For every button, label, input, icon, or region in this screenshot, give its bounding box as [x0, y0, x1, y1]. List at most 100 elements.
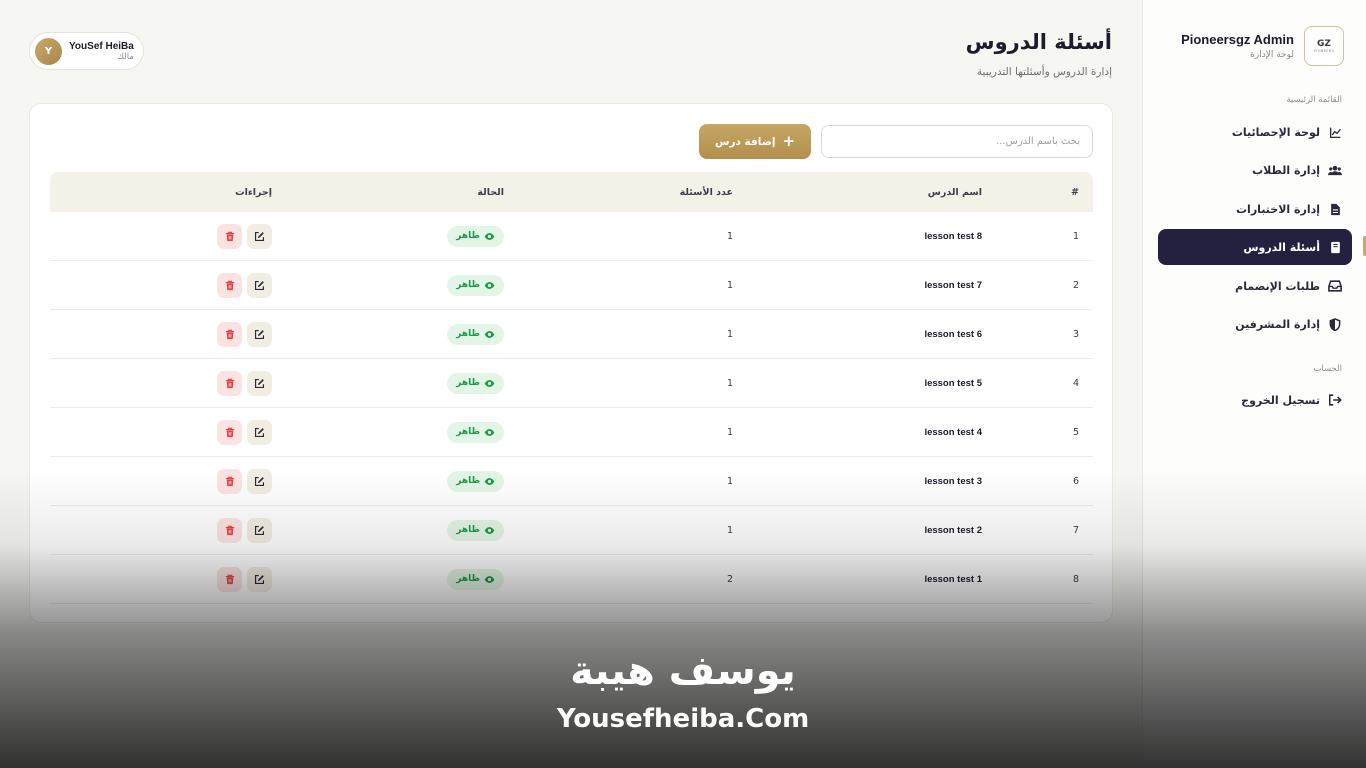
edit-button[interactable]	[247, 370, 272, 396]
row-number: 8	[1072, 573, 1079, 585]
lessons-card: + إضافة درس # اسم الدرس عدد الأسئلة الحا…	[29, 103, 1113, 623]
actions-cell	[217, 310, 272, 358]
trash-icon	[225, 574, 234, 584]
delete-button[interactable]	[217, 517, 242, 543]
edit-button[interactable]	[247, 517, 272, 543]
sidebar-item-label: لوحة الإحصائيات	[1231, 125, 1320, 139]
eye-icon	[484, 428, 495, 436]
question-count: 1	[726, 279, 733, 291]
header-num: #	[1071, 186, 1079, 198]
lesson-name: lesson test 6	[924, 328, 982, 340]
edit-button[interactable]	[247, 272, 272, 298]
delete-button[interactable]	[217, 419, 242, 445]
status-badge[interactable]: ظاهر	[447, 274, 504, 296]
status-label: ظاهر	[456, 280, 480, 290]
actions-cell	[217, 212, 272, 260]
status-label: ظاهر	[456, 378, 480, 388]
trash-icon	[225, 329, 234, 339]
brand-subtitle: لوحة الإدارة	[1250, 50, 1294, 60]
status-label: ظاهر	[456, 574, 480, 584]
row-number: 6	[1072, 475, 1079, 487]
table-body: 1 lesson test 8 1 ظاهر 2 lesson test 7 1 ظاهر 3 l…	[50, 212, 1093, 604]
actions-cell	[217, 408, 272, 456]
book-icon	[1328, 240, 1342, 254]
delete-button[interactable]	[217, 321, 242, 347]
header-status: الحالة	[477, 186, 504, 198]
row-number: 2	[1072, 279, 1079, 291]
edit-icon	[254, 574, 265, 584]
table-row: 2 lesson test 7 1 ظاهر	[50, 261, 1093, 310]
delete-button[interactable]	[217, 223, 242, 249]
edit-icon	[254, 525, 265, 535]
edit-icon	[254, 280, 265, 290]
search-input[interactable]	[821, 125, 1093, 158]
lesson-name: lesson test 1	[924, 573, 982, 585]
header-name: اسم الدرس	[927, 186, 982, 198]
sidebar-item-supervisors[interactable]: إدارة المشرفين	[1158, 306, 1352, 342]
status-cell: ظاهر	[447, 310, 504, 358]
status-label: ظاهر	[456, 427, 480, 437]
edit-button[interactable]	[247, 321, 272, 347]
sidebar-item-label: طلبات الإنضمام	[1235, 279, 1320, 293]
status-badge[interactable]: ظاهر	[447, 568, 504, 590]
status-label: ظاهر	[456, 231, 480, 241]
user-menu[interactable]: Y YouSef HeiBa مالك	[29, 32, 144, 70]
sidebar-item-join-requests[interactable]: طلبات الإنضمام	[1158, 268, 1352, 304]
logo-subtext: PIONEERS	[1314, 49, 1334, 53]
edit-button[interactable]	[247, 566, 272, 592]
table-row: 5 lesson test 4 1 ظاهر	[50, 408, 1093, 457]
status-badge[interactable]: ظاهر	[447, 421, 504, 443]
lesson-name: lesson test 5	[924, 377, 982, 389]
trash-icon	[225, 476, 234, 486]
status-cell: ظاهر	[447, 555, 504, 603]
status-badge[interactable]: ظاهر	[447, 323, 504, 345]
row-number: 3	[1072, 328, 1079, 340]
sidebar-item-exams[interactable]: إدارة الاختبارات	[1158, 191, 1352, 227]
watermark-arabic: يوسف هيبة	[570, 648, 796, 694]
status-badge[interactable]: ظاهر	[447, 372, 504, 394]
status-label: ظاهر	[456, 476, 480, 486]
status-cell: ظاهر	[447, 359, 504, 407]
actions-cell	[217, 457, 272, 505]
status-badge[interactable]: ظاهر	[447, 225, 504, 247]
edit-button[interactable]	[247, 223, 272, 249]
sidebar-item-label: إدارة الاختبارات	[1236, 202, 1320, 216]
table-row: 7 lesson test 2 1 ظاهر	[50, 506, 1093, 555]
eye-icon	[484, 526, 495, 534]
brand-name: Pioneersgz Admin	[1181, 32, 1294, 47]
file-icon	[1328, 202, 1342, 216]
status-badge[interactable]: ظاهر	[447, 519, 504, 541]
delete-button[interactable]	[217, 272, 242, 298]
eye-icon	[484, 281, 495, 289]
eye-icon	[484, 379, 495, 387]
edit-icon	[254, 329, 265, 339]
delete-button[interactable]	[217, 468, 242, 494]
question-count: 1	[726, 426, 733, 438]
trash-icon	[225, 427, 234, 437]
brand-logo: GZ PIONEERS	[1304, 26, 1344, 66]
lesson-name: lesson test 2	[924, 524, 982, 536]
trash-icon	[225, 525, 234, 535]
question-count: 1	[726, 377, 733, 389]
add-lesson-button[interactable]: + إضافة درس	[699, 124, 811, 159]
status-badge[interactable]: ظاهر	[447, 470, 504, 492]
row-number: 4	[1072, 377, 1079, 389]
user-role: مالك	[116, 51, 134, 62]
sidebar-item-students[interactable]: إدارة الطلاب	[1158, 152, 1352, 188]
sidebar-item-lesson-questions[interactable]: أسئلة الدروس	[1158, 229, 1352, 265]
sidebar-item-label: إدارة الطلاب	[1252, 163, 1320, 177]
lessons-table: # اسم الدرس عدد الأسئلة الحالة إجراءات 1…	[50, 172, 1093, 604]
question-count: 1	[726, 475, 733, 487]
edit-button[interactable]	[247, 419, 272, 445]
status-label: ظاهر	[456, 329, 480, 339]
delete-button[interactable]	[217, 370, 242, 396]
eye-icon	[484, 575, 495, 583]
logout-button[interactable]: تسجيل الخروج	[1158, 382, 1352, 418]
plus-icon: +	[782, 132, 796, 150]
trash-icon	[225, 231, 234, 241]
edit-button[interactable]	[247, 468, 272, 494]
table-row: 6 lesson test 3 1 ظاهر	[50, 457, 1093, 506]
sidebar-item-statistics[interactable]: لوحة الإحصائيات	[1158, 114, 1352, 150]
delete-button[interactable]	[217, 566, 242, 592]
row-number: 1	[1072, 230, 1079, 242]
